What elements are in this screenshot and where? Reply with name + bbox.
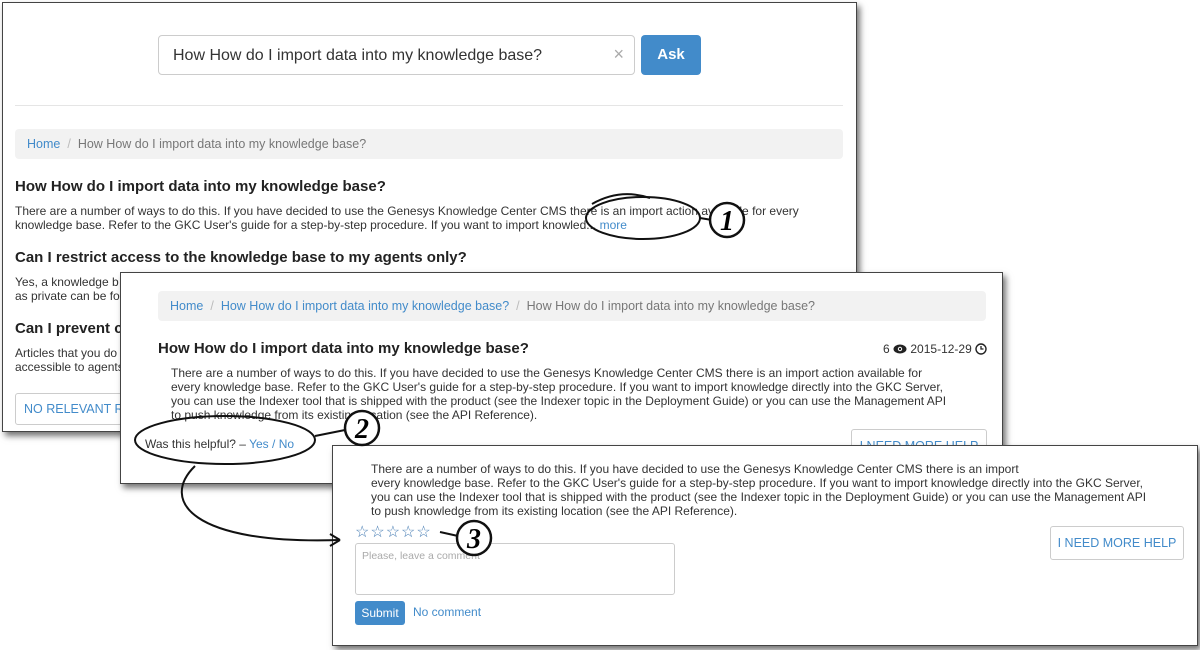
- article-body: There are a number of ways to do this. I…: [171, 366, 947, 422]
- article-body: There are a number of ways to do this. I…: [371, 462, 1147, 518]
- breadcrumb-home[interactable]: Home: [27, 137, 60, 151]
- search-query: How How do I import data into my knowled…: [173, 47, 543, 64]
- article-date: 2015-12-29: [910, 342, 972, 356]
- view-count: 6: [883, 342, 890, 356]
- comment-textarea[interactable]: Please, leave a comment: [355, 543, 675, 595]
- eye-icon: [893, 344, 907, 354]
- breadcrumb: Home / How How do I import data into my kn…: [158, 291, 986, 321]
- helpful-no-link[interactable]: No: [279, 437, 294, 451]
- divider: [15, 105, 843, 106]
- breadcrumb-current: How How do I import data into my knowled…: [526, 299, 815, 313]
- no-comment-link[interactable]: No comment: [413, 605, 481, 619]
- need-more-help-button[interactable]: I NEED MORE HELP: [1050, 526, 1184, 560]
- star-rating[interactable]: ☆☆☆☆☆: [355, 522, 432, 542]
- result-title[interactable]: Can I restrict access to the knowledge b…: [15, 249, 467, 266]
- article-meta: 6 2015-12-29: [883, 342, 987, 356]
- helpful-yes-link[interactable]: Yes: [249, 437, 269, 451]
- breadcrumb-parent[interactable]: How How do I import data into my knowled…: [221, 299, 509, 313]
- more-link[interactable]: more: [600, 218, 627, 232]
- feedback-panel: There are a number of ways to do this. I…: [332, 445, 1198, 646]
- article-title: How How do I import data into my knowled…: [158, 340, 529, 357]
- clock-icon: [975, 343, 987, 355]
- ask-button[interactable]: Ask: [641, 35, 701, 75]
- result-title[interactable]: Can I prevent cu: [15, 320, 132, 337]
- search-input[interactable]: How How do I import data into my knowled…: [158, 35, 635, 75]
- helpful-prompt: Was this helpful? – Yes / No: [145, 437, 295, 451]
- submit-button[interactable]: Submit: [355, 601, 405, 625]
- result-title[interactable]: How How do I import data into my knowled…: [15, 178, 386, 195]
- breadcrumb-home[interactable]: Home: [170, 299, 203, 313]
- breadcrumb: Home / How How do I import data into my kn…: [15, 129, 843, 159]
- result-snippet: There are a number of ways to do this. I…: [15, 204, 799, 232]
- clear-icon[interactable]: ×: [613, 44, 624, 65]
- breadcrumb-current: How How do I import data into my knowled…: [77, 137, 367, 151]
